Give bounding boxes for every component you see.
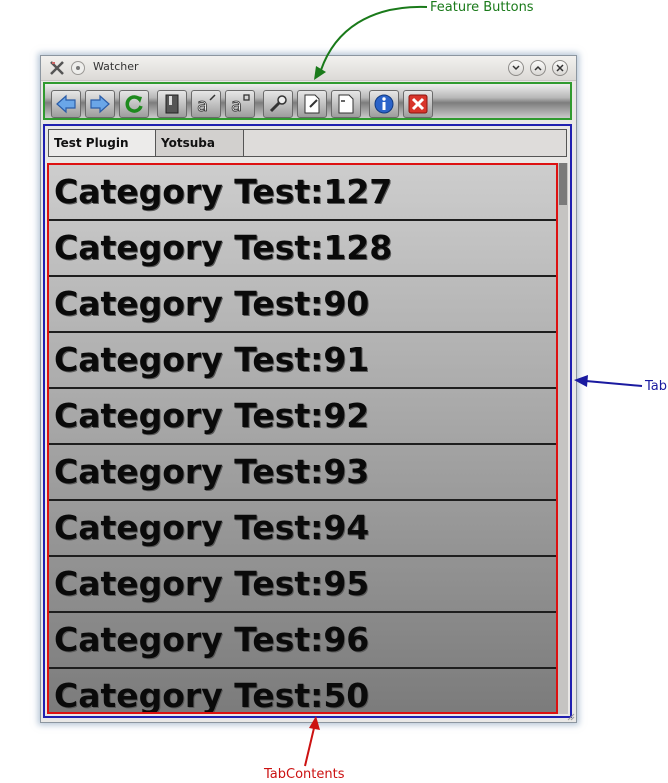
feature-buttons-arrow-head [314, 66, 326, 80]
annotation-arrows [304, 5, 643, 767]
tab-arrow [585, 380, 643, 387]
tabcontents-arrow [304, 727, 315, 767]
tab-arrow-head [574, 375, 588, 387]
feature-buttons-arrow [320, 5, 428, 71]
tabcontents-arrow-head [309, 716, 320, 730]
